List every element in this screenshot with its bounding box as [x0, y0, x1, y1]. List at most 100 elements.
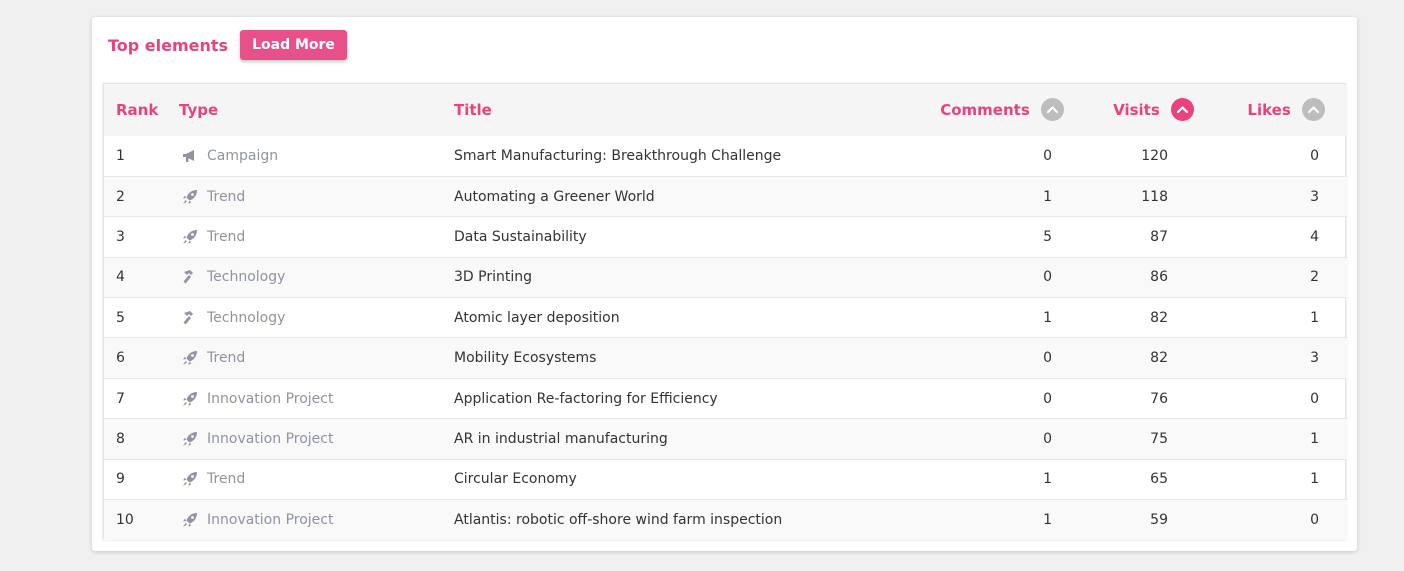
rocket-icon — [181, 390, 199, 408]
title-cell[interactable]: Application Re-factoring for Efficiency — [454, 378, 874, 418]
comments-cell: 5 — [1043, 228, 1052, 245]
rank-cell: 7 — [116, 390, 125, 407]
table-row[interactable]: 8 Innovation Project AR in industrial manu… — [104, 418, 1347, 460]
likes-cell: 0 — [1310, 511, 1319, 528]
visits-cell: 82 — [1150, 350, 1168, 367]
type-label: Innovation Project — [207, 430, 334, 447]
table-row[interactable]: 6 Trend Mobility Ecosystems 0 82 3 — [104, 337, 1347, 379]
title-cell[interactable]: 3D Printing — [454, 257, 874, 297]
rank-cell: 8 — [116, 430, 125, 447]
type-cell: Trend — [179, 176, 454, 216]
type-cell: Trend — [179, 459, 454, 499]
title-cell[interactable]: Automating a Greener World — [454, 176, 874, 216]
rank-cell: 5 — [116, 309, 125, 326]
comments-cell: 0 — [1043, 430, 1052, 447]
title-cell[interactable]: Atlantis: robotic off-shore wind farm in… — [454, 500, 874, 540]
type-label: Trend — [207, 228, 246, 245]
type-label: Innovation Project — [207, 511, 334, 528]
title-cell[interactable]: Mobility Ecosystems — [454, 338, 874, 378]
type-cell: Campaign — [179, 136, 454, 176]
comments-cell: 0 — [1043, 269, 1052, 286]
visits-cell: 75 — [1150, 430, 1168, 447]
rank-cell: 3 — [116, 228, 125, 245]
visits-cell: 87 — [1150, 228, 1168, 245]
visits-cell: 118 — [1141, 188, 1168, 205]
comments-cell: 1 — [1043, 471, 1052, 488]
table-header-row: Rank Type Title Comments Visits Likes — [104, 84, 1347, 136]
title-cell[interactable]: Circular Economy — [454, 459, 874, 499]
column-header-comments-label: Comments — [940, 100, 1030, 119]
sort-chevron-up-icon-active[interactable] — [1171, 97, 1194, 121]
title-cell[interactable]: Data Sustainability — [454, 217, 874, 257]
table-row[interactable]: 2 Trend Automating a Greener World 1 118 3 — [104, 176, 1347, 217]
column-header-likes[interactable]: Likes — [1194, 84, 1347, 136]
column-header-rank-label: Rank — [116, 101, 159, 119]
rocket-icon — [181, 349, 199, 367]
hammer-icon — [181, 268, 199, 286]
column-header-type[interactable]: Type — [179, 84, 454, 136]
type-label: Trend — [207, 350, 246, 367]
type-cell: Innovation Project — [179, 378, 454, 418]
comments-cell: 1 — [1043, 309, 1052, 326]
likes-cell: 3 — [1310, 350, 1319, 367]
likes-cell: 1 — [1310, 309, 1319, 326]
rank-cell: 9 — [116, 471, 125, 488]
card-title: Top elements — [108, 35, 229, 55]
type-cell: Trend — [179, 217, 454, 257]
type-cell: Trend — [179, 338, 454, 378]
table-row[interactable]: 5 Technology Atomic layer deposition 1 82 1 — [104, 297, 1347, 338]
title-cell[interactable]: AR in industrial manufacturing — [454, 419, 874, 459]
rocket-icon — [181, 511, 199, 529]
type-label: Trend — [207, 188, 246, 205]
type-cell: Innovation Project — [179, 419, 454, 459]
type-label: Innovation Project — [207, 390, 334, 407]
column-header-comments[interactable]: Comments — [874, 84, 1064, 136]
top-elements-table: Rank Type Title Comments Visits Likes 1 … — [103, 83, 1347, 540]
column-header-title[interactable]: Title — [454, 84, 874, 136]
table-body: 1 Campaign Smart Manufacturing: Breakthrou… — [104, 136, 1347, 540]
rank-cell: 2 — [116, 188, 125, 205]
title-cell[interactable]: Atomic layer deposition — [454, 298, 874, 338]
visits-cell: 59 — [1150, 511, 1168, 528]
column-header-title-label: Title — [454, 101, 492, 119]
table-row[interactable]: 3 Trend Data Sustainability 5 87 4 — [104, 216, 1347, 257]
type-label: Technology — [207, 309, 286, 326]
table-row[interactable]: 7 Innovation Project Application Re-factor… — [104, 378, 1347, 418]
likes-cell: 3 — [1310, 188, 1319, 205]
rocket-icon — [181, 228, 199, 246]
rank-cell: 6 — [116, 350, 125, 367]
type-cell: Technology — [179, 257, 454, 297]
likes-cell: 1 — [1310, 430, 1319, 447]
top-elements-card: Top elements Load More Rank Type Title C… — [92, 17, 1357, 551]
rank-cell: 10 — [116, 511, 134, 528]
column-header-rank[interactable]: Rank — [104, 84, 179, 136]
rocket-icon — [181, 430, 199, 448]
sort-chevron-up-icon[interactable] — [1041, 97, 1064, 121]
type-label: Campaign — [207, 147, 279, 164]
title-cell[interactable]: Smart Manufacturing: Breakthrough Challe… — [454, 136, 874, 176]
table-row[interactable]: 9 Trend Circular Economy 1 65 1 — [104, 459, 1347, 499]
likes-cell: 0 — [1310, 390, 1319, 407]
column-header-visits[interactable]: Visits — [1064, 84, 1194, 136]
comments-cell: 0 — [1043, 390, 1052, 407]
table-row[interactable]: 10 Innovation Project Atlantis: robotic of… — [104, 499, 1347, 540]
rocket-icon — [181, 188, 199, 206]
table-row[interactable]: 1 Campaign Smart Manufacturing: Breakthrou… — [104, 136, 1347, 176]
megaphone-icon — [181, 147, 199, 165]
likes-cell: 4 — [1310, 228, 1319, 245]
load-more-button[interactable]: Load More — [240, 30, 347, 60]
comments-cell: 0 — [1043, 147, 1052, 164]
visits-cell: 120 — [1141, 147, 1168, 164]
rank-cell: 1 — [116, 147, 125, 164]
sort-chevron-up-icon[interactable] — [1302, 97, 1325, 121]
hammer-icon — [181, 309, 199, 327]
visits-cell: 82 — [1150, 309, 1168, 326]
type-cell: Innovation Project — [179, 500, 454, 540]
visits-cell: 76 — [1150, 390, 1168, 407]
table-row[interactable]: 4 Technology 3D Printing 0 86 2 — [104, 257, 1347, 298]
column-header-likes-label: Likes — [1247, 100, 1291, 119]
column-header-type-label: Type — [179, 101, 219, 119]
type-label: Technology — [207, 269, 286, 286]
visits-cell: 86 — [1150, 269, 1168, 286]
comments-cell: 1 — [1043, 511, 1052, 528]
